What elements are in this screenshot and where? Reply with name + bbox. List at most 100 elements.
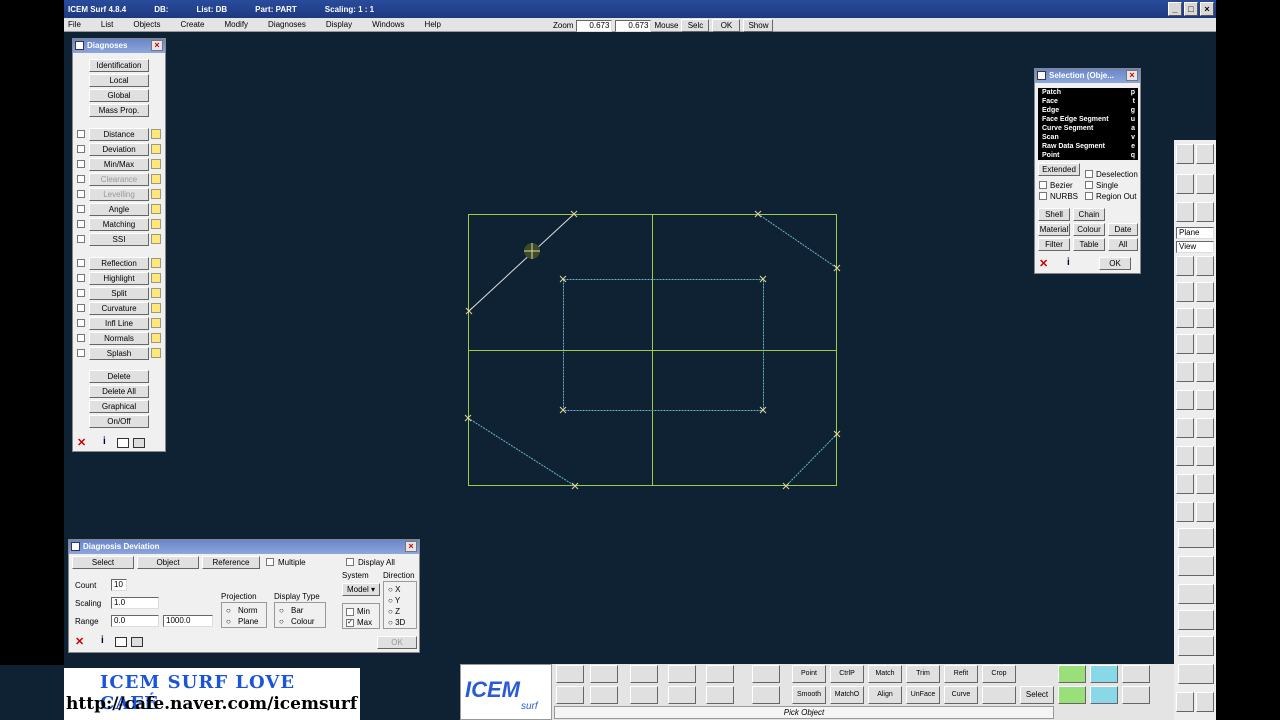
align-button[interactable]: Align xyxy=(868,686,902,704)
snowflake-icon[interactable] xyxy=(752,665,780,683)
curve-button[interactable]: Curve xyxy=(944,686,978,704)
matching-color-swatch[interactable] xyxy=(151,219,161,229)
trim-button[interactable]: Trim xyxy=(906,665,940,683)
wire-icon[interactable] xyxy=(1196,390,1214,410)
single-checkbox[interactable] xyxy=(1085,181,1093,189)
reflection-checkbox[interactable] xyxy=(77,259,85,267)
local-button[interactable]: Local xyxy=(89,74,149,87)
shell-button[interactable]: Shell xyxy=(1038,208,1070,221)
select-scan[interactable]: Scan v xyxy=(1038,133,1138,142)
um-icon[interactable] xyxy=(1178,664,1214,684)
material-button[interactable]: Material xyxy=(1038,223,1070,236)
mouse-icon[interactable] xyxy=(1196,418,1214,438)
nurbs-checkbox[interactable] xyxy=(1039,192,1047,200)
bezier-checkbox[interactable] xyxy=(1039,181,1047,189)
matching-button[interactable]: Matching xyxy=(89,218,149,231)
splash-color-swatch[interactable] xyxy=(151,348,161,358)
shaded-box-icon[interactable] xyxy=(1176,390,1194,410)
splash-button[interactable]: Splash xyxy=(89,347,149,360)
identification-button[interactable]: Identification xyxy=(89,59,149,72)
deviation-checkbox[interactable] xyxy=(77,145,85,153)
matcho-button[interactable]: MatchO xyxy=(830,686,864,704)
angle-color-swatch[interactable] xyxy=(151,204,161,214)
zoom-out-icon[interactable] xyxy=(1196,446,1214,466)
close-icon[interactable]: ✕ xyxy=(1039,257,1048,270)
extended-button[interactable]: Extended xyxy=(1038,163,1080,176)
doc-icon[interactable] xyxy=(1176,692,1194,712)
ssi-button[interactable]: SSI xyxy=(89,233,149,246)
min-checkbox[interactable] xyxy=(346,608,354,616)
distance-checkbox[interactable] xyxy=(77,130,85,138)
paint-icon[interactable] xyxy=(1176,144,1194,164)
count-input[interactable]: 10 xyxy=(111,579,127,591)
axis-x-icon[interactable] xyxy=(1196,256,1214,276)
curvature-button[interactable]: Curvature xyxy=(89,302,149,315)
curvature-color-swatch[interactable] xyxy=(151,303,161,313)
refit-button[interactable]: Refit xyxy=(944,665,978,683)
table-button[interactable]: Table xyxy=(1073,238,1105,251)
ssi-color-swatch[interactable] xyxy=(151,234,161,244)
range-max-input[interactable]: 1000.0 xyxy=(163,615,213,627)
edit-icon[interactable] xyxy=(706,665,734,683)
reflection-button[interactable]: Reflection xyxy=(89,257,149,270)
infl-line-button[interactable]: Infl Line xyxy=(89,317,149,330)
smiley-icon[interactable] xyxy=(1176,474,1194,494)
select-patch[interactable]: Patch p xyxy=(1038,88,1138,97)
angle-button[interactable]: Angle xyxy=(89,203,149,216)
scaling-input[interactable]: 1.0 xyxy=(111,597,159,609)
hexagon-icon[interactable] xyxy=(1176,202,1194,222)
green-surface-icon[interactable] xyxy=(1058,665,1086,683)
info-icon[interactable]: i xyxy=(1067,257,1070,268)
ok-button[interactable]: OK xyxy=(377,636,417,649)
colour-button[interactable]: Colour xyxy=(1073,223,1105,236)
layers-icon[interactable] xyxy=(668,665,696,683)
dir-3d-radio[interactable]: ○ 3D xyxy=(388,618,405,627)
axes-icon[interactable] xyxy=(1196,362,1214,382)
smooth-button[interactable]: Smooth xyxy=(792,686,826,704)
norm-radio[interactable]: ○ xyxy=(226,606,231,615)
distance-color-swatch[interactable] xyxy=(151,129,161,139)
select-raw-data-segment[interactable]: Raw Data Segment e xyxy=(1038,142,1138,151)
info-icon[interactable]: i xyxy=(103,436,106,447)
view-iso-icon[interactable] xyxy=(1196,308,1214,328)
close-icon[interactable]: ✕ xyxy=(75,635,84,648)
angle-checkbox[interactable] xyxy=(77,205,85,213)
dots-line-icon[interactable] xyxy=(1122,665,1150,683)
view-front-icon[interactable] xyxy=(1176,282,1194,302)
crop-button[interactable]: Crop xyxy=(982,665,1016,683)
normals-checkbox[interactable] xyxy=(77,334,85,342)
select-button[interactable]: Select xyxy=(72,556,134,569)
highlight-button[interactable]: Highlight xyxy=(89,272,149,285)
snowflake-alt-icon[interactable] xyxy=(752,686,780,704)
arc-icon[interactable] xyxy=(1178,584,1214,604)
dir-y-radio[interactable]: ○ Y xyxy=(388,596,400,605)
chain-button[interactable]: Chain xyxy=(1073,208,1105,221)
line-cyan-icon[interactable] xyxy=(1178,610,1214,630)
measure-icon[interactable] xyxy=(1178,556,1214,576)
range-min-input[interactable]: 0.0 xyxy=(111,615,159,627)
dots-grid-icon[interactable] xyxy=(1122,686,1150,704)
levelling-checkbox[interactable] xyxy=(77,190,85,198)
dock-icon[interactable] xyxy=(133,438,145,448)
view-side-icon[interactable] xyxy=(1196,282,1214,302)
dir-z-radio[interactable]: ○ Z xyxy=(388,607,400,616)
view-left-icon[interactable] xyxy=(1176,334,1194,354)
multiple-checkbox[interactable] xyxy=(266,558,274,566)
object-view-icon[interactable] xyxy=(590,665,618,683)
view-right-icon[interactable] xyxy=(1196,334,1214,354)
max-checkbox[interactable]: ✓ xyxy=(346,619,354,627)
all-button[interactable]: All xyxy=(1108,238,1138,251)
curvature-checkbox[interactable] xyxy=(77,304,85,312)
save-icon[interactable] xyxy=(556,686,584,704)
ssi-checkbox[interactable] xyxy=(77,235,85,243)
window-icon[interactable] xyxy=(115,637,127,647)
dock-icon[interactable] xyxy=(131,637,143,647)
tool-icon[interactable] xyxy=(1196,692,1214,712)
object-button[interactable]: Object xyxy=(137,556,199,569)
fit-view-icon[interactable] xyxy=(1178,528,1214,548)
split-button[interactable]: Split xyxy=(89,287,149,300)
red-blue-icon[interactable] xyxy=(1176,502,1194,522)
minmax-checkbox[interactable] xyxy=(77,160,85,168)
ok-button[interactable]: OK xyxy=(1099,257,1131,270)
face-icon[interactable] xyxy=(1196,474,1214,494)
